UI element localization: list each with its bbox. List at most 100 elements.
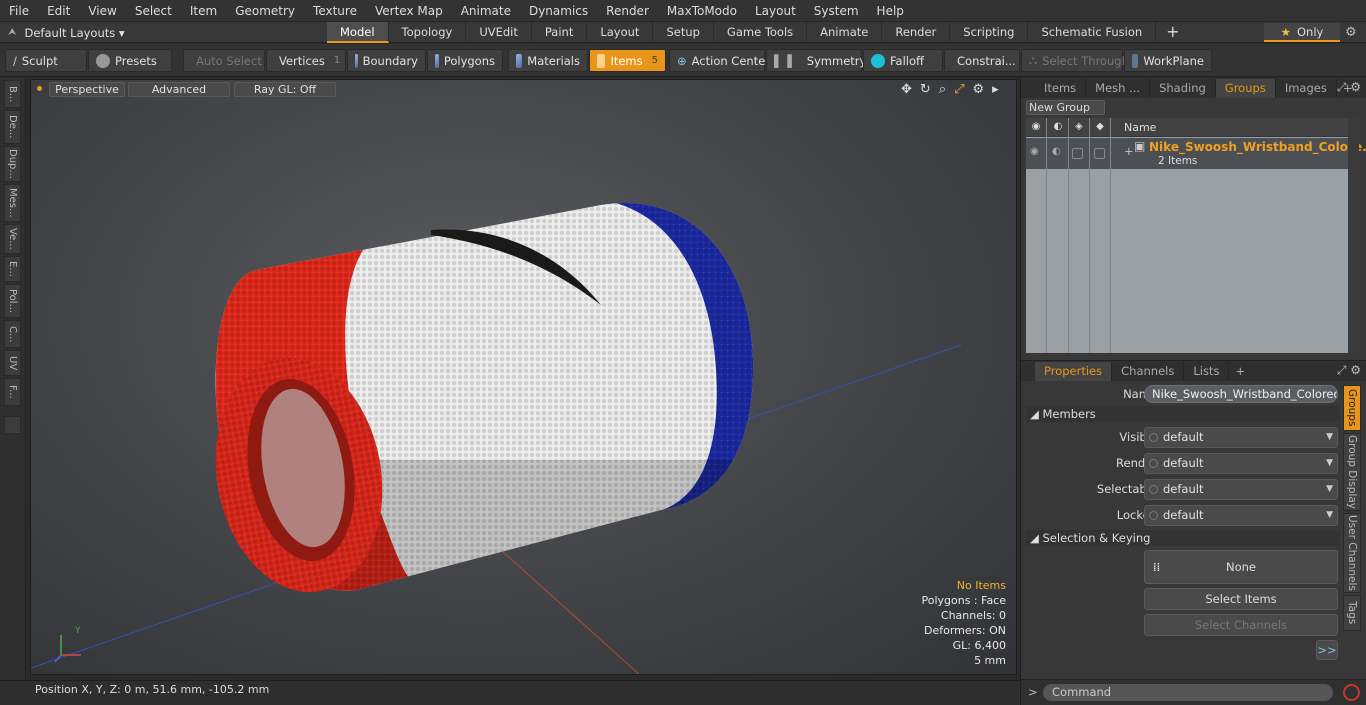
menu-help[interactable]: Help: [868, 0, 913, 22]
materials-button[interactable]: Materials: [508, 49, 588, 72]
menu-edit[interactable]: Edit: [38, 0, 79, 22]
menu-view[interactable]: View: [79, 0, 125, 22]
add-props-tab-icon[interactable]: +: [1229, 364, 1251, 378]
visible-dropdown[interactable]: default ▼: [1144, 427, 1338, 448]
menu-animate[interactable]: Animate: [452, 0, 520, 22]
menu-maxtomodo[interactable]: MaxToModo: [658, 0, 746, 22]
auto-select-button[interactable]: Auto Select: [183, 49, 265, 72]
menu-file[interactable]: File: [0, 0, 38, 22]
new-group-button[interactable]: New Group: [1026, 100, 1105, 115]
action-center-button[interactable]: ⊕ Action Center: [669, 49, 770, 72]
gear-icon[interactable]: ⚙: [1345, 25, 1357, 40]
vtab-groups[interactable]: Groups: [1343, 385, 1361, 431]
left-tab-mesh[interactable]: Mes...: [4, 184, 21, 222]
sculpt-button[interactable]: / Sculpt: [5, 49, 87, 72]
tab-lists[interactable]: Lists: [1184, 361, 1230, 381]
none-button[interactable]: ⁞⁞ None: [1144, 550, 1338, 584]
3d-viewport[interactable]: Y Perspective Advanced Ray GL: Off ✥ ↻ ⌕…: [30, 79, 1017, 675]
tab-groups[interactable]: Groups: [1215, 78, 1276, 98]
groups-scrollbar[interactable]: [1349, 118, 1359, 353]
members-section[interactable]: ◢ Members: [1026, 406, 1339, 422]
left-strip-toggle-icon[interactable]: [4, 416, 21, 434]
row-visibility-icon[interactable]: ◉: [1030, 146, 1039, 157]
tab-topology[interactable]: Topology: [389, 22, 467, 43]
render-header-icon[interactable]: ◐: [1052, 121, 1064, 133]
raygl-dropdown[interactable]: Ray GL: Off: [234, 82, 336, 97]
left-tab-vertex[interactable]: Ve...: [4, 224, 21, 254]
left-tab-fusion[interactable]: F...: [4, 378, 21, 406]
viewport-menu-icon[interactable]: [37, 86, 42, 91]
more-button[interactable]: >>: [1316, 640, 1338, 660]
vtab-tags[interactable]: Tags: [1343, 595, 1361, 631]
add-tab-icon[interactable]: +: [1156, 22, 1189, 43]
tab-render[interactable]: Render: [882, 22, 951, 43]
tab-items[interactable]: Items: [1035, 78, 1087, 98]
move-view-icon[interactable]: ✥: [901, 82, 912, 97]
maximize-view-icon[interactable]: ⤢: [954, 82, 964, 97]
menu-vertex-map[interactable]: Vertex Map: [366, 0, 452, 22]
tab-channels[interactable]: Channels: [1112, 361, 1185, 381]
menu-geometry[interactable]: Geometry: [226, 0, 304, 22]
locked-dropdown[interactable]: default ▼: [1144, 505, 1338, 526]
tab-images[interactable]: Images: [1276, 78, 1337, 98]
menu-system[interactable]: System: [805, 0, 868, 22]
tab-model[interactable]: Model: [327, 22, 389, 43]
tab-schematic-fusion[interactable]: Schematic Fusion: [1028, 22, 1157, 43]
panel-expand-icon[interactable]: ⤢ ⚙: [1337, 80, 1361, 95]
only-toggle[interactable]: ★ Only: [1264, 23, 1340, 42]
tab-uvedit[interactable]: UVEdit: [466, 22, 532, 43]
symmetry-button[interactable]: ▌▐ Symmetry: [766, 49, 866, 72]
props-expand-icon[interactable]: ⤢ ⚙: [1337, 363, 1361, 378]
menu-layout[interactable]: Layout: [746, 0, 805, 22]
row-select-checkbox[interactable]: [1072, 148, 1083, 159]
menu-texture[interactable]: Texture: [304, 0, 366, 22]
left-tab-edge[interactable]: E...: [4, 256, 21, 282]
perspective-dropdown[interactable]: Perspective: [49, 82, 125, 97]
rotate-view-icon[interactable]: ↻: [920, 82, 931, 97]
tab-scripting[interactable]: Scripting: [950, 22, 1029, 43]
vtab-group-display[interactable]: Group Display: [1343, 433, 1361, 511]
tab-paint[interactable]: Paint: [532, 22, 588, 43]
name-column-header[interactable]: Name: [1124, 121, 1156, 134]
viewport-settings-icon[interactable]: ⚙: [973, 82, 985, 97]
lock-header-icon[interactable]: ◆: [1094, 121, 1106, 133]
tab-game-tools[interactable]: Game Tools: [714, 22, 808, 43]
vertices-button[interactable]: Vertices 1: [266, 49, 346, 72]
tab-mesh[interactable]: Mesh ...: [1086, 78, 1151, 98]
vtab-user-channels[interactable]: User Channels: [1343, 513, 1361, 593]
row-lock-checkbox[interactable]: [1094, 148, 1105, 159]
workplane-button[interactable]: WorkPlane: [1124, 49, 1212, 72]
tab-animate[interactable]: Animate: [807, 22, 883, 43]
command-input[interactable]: Command: [1043, 684, 1333, 701]
name-field[interactable]: Nike_Swoosh_Wristband_Colored (3): [1144, 385, 1338, 403]
menu-render[interactable]: Render: [597, 0, 658, 22]
tab-properties[interactable]: Properties: [1035, 361, 1113, 381]
items-button[interactable]: Items 5: [589, 49, 666, 72]
tab-shading[interactable]: Shading: [1150, 78, 1216, 98]
boundary-button[interactable]: Boundary: [347, 49, 426, 72]
render-dropdown[interactable]: default ▼: [1144, 453, 1338, 474]
record-icon[interactable]: [1343, 684, 1360, 701]
left-tab-basic[interactable]: B...: [4, 80, 21, 108]
select-through-button[interactable]: ⛬ Select Through: [1021, 49, 1129, 72]
left-tab-duplicate[interactable]: Dup...: [4, 146, 21, 182]
left-tab-deform[interactable]: De...: [4, 110, 21, 144]
constraints-button[interactable]: Constrai...: [944, 49, 1020, 72]
selectable-dropdown[interactable]: default ▼: [1144, 479, 1338, 500]
tab-layout[interactable]: Layout: [587, 22, 654, 43]
selection-keying-section[interactable]: ◢ Selection & Keying: [1026, 530, 1339, 546]
left-tab-curve[interactable]: C...: [4, 320, 21, 348]
tab-setup[interactable]: Setup: [653, 22, 714, 43]
left-tab-uv[interactable]: UV: [4, 350, 21, 376]
presets-button[interactable]: Presets: [88, 49, 172, 72]
row-render-icon[interactable]: ◐: [1052, 146, 1061, 157]
select-items-button[interactable]: Select Items: [1144, 588, 1338, 610]
layouts-dropdown[interactable]: ⮝ Default Layouts ▾: [8, 22, 125, 43]
expand-plus-icon[interactable]: +: [1124, 144, 1134, 158]
select-header-icon[interactable]: ◈: [1073, 121, 1085, 133]
menu-dynamics[interactable]: Dynamics: [520, 0, 597, 22]
collapse-arrow-icon[interactable]: ⮝: [8, 27, 17, 38]
visibility-header-icon[interactable]: ◉: [1030, 121, 1042, 133]
advanced-dropdown[interactable]: Advanced: [128, 82, 230, 97]
left-tab-polygon[interactable]: Pol...: [4, 284, 21, 318]
